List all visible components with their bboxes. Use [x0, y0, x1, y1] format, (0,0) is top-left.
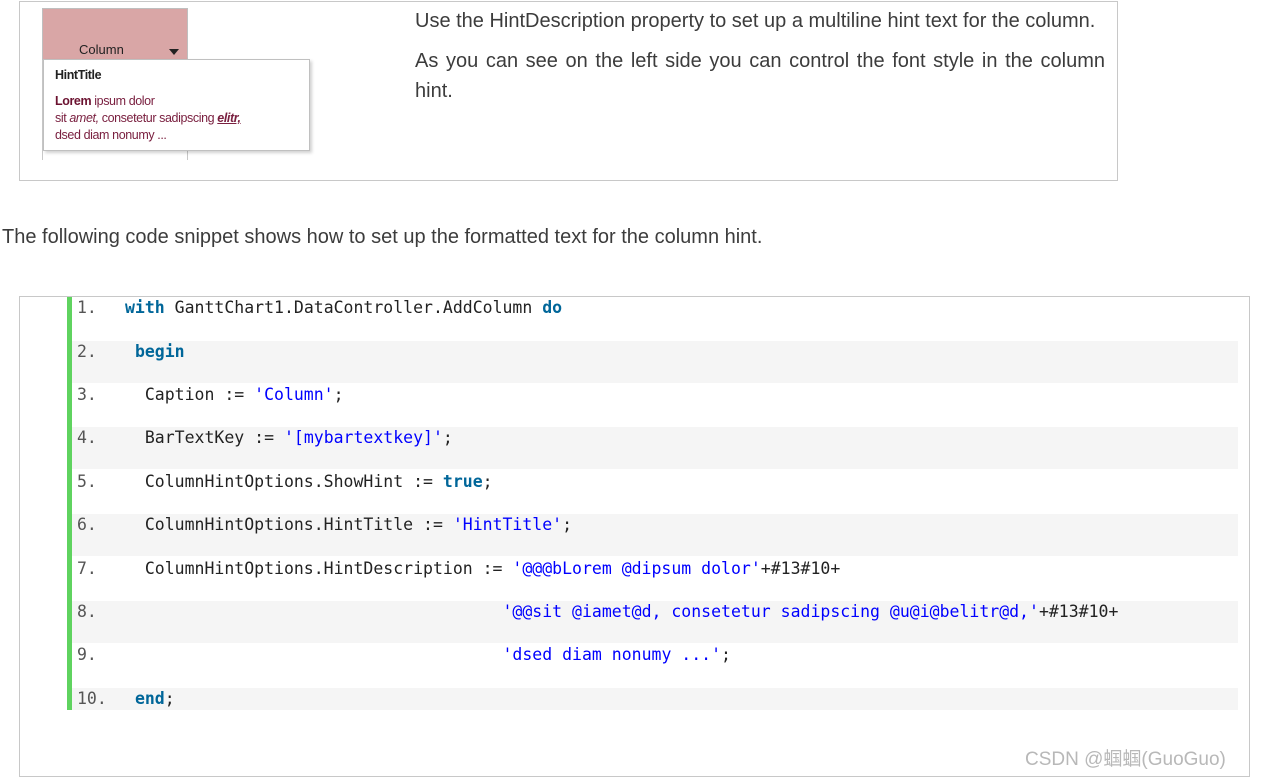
- line-number: 5.: [77, 472, 97, 491]
- column-hint-screenshot: Column HintTitle Lorem ipsum dolor sit a…: [40, 8, 310, 160]
- hint-italic-text: amet,: [69, 111, 99, 125]
- hint-example-box: Column HintTitle Lorem ipsum dolor sit a…: [19, 1, 1118, 181]
- hint-normal-text: sit: [55, 111, 70, 125]
- description-paragraph-2: As you can see on the left side you can …: [415, 50, 1105, 102]
- hint-line-2: sit amet, consetetur sadipscing elitr,: [55, 110, 241, 127]
- line-number: 1.: [77, 298, 97, 317]
- column-caption: Column: [79, 42, 124, 57]
- line-number: 9.: [77, 645, 97, 664]
- code-line: 1. with GanttChart1.DataController.AddCo…: [72, 297, 1238, 339]
- line-number: 10.: [77, 689, 107, 708]
- code-text: end;: [134, 689, 175, 708]
- code-line: 9. 'dsed diam nonumy ...';: [72, 644, 1238, 686]
- dropdown-arrow-icon[interactable]: [169, 49, 179, 55]
- code-text: 'dsed diam nonumy ...';: [502, 645, 731, 664]
- code-text: ColumnHintOptions.HintDescription := '@@…: [125, 559, 841, 578]
- watermark: CSDN @蝈蝈(GuoGuo): [1025, 749, 1226, 770]
- code-line: 2. begin: [72, 341, 1238, 383]
- hint-underline-bold-italic-text: elitr,: [217, 111, 241, 125]
- hint-description-text: Use the HintDescription property to set …: [415, 6, 1105, 116]
- code-text: ColumnHintOptions.HintTitle := 'HintTitl…: [125, 515, 573, 534]
- code-line: 3. Caption := 'Column';: [72, 384, 1238, 426]
- line-number: 2.: [77, 342, 97, 361]
- hint-title: HintTitle: [55, 68, 102, 82]
- code-line: 10. end;: [72, 688, 1238, 710]
- code-line: 8. '@@sit @iamet@d, consetetur sadipscin…: [72, 601, 1238, 643]
- description-paragraph-1: Use the HintDescription property to set …: [415, 10, 1096, 32]
- hint-normal-text: consetetur sadipscing: [98, 111, 218, 125]
- code-snippet: 1. with GanttChart1.DataController.AddCo…: [19, 296, 1250, 777]
- code-text: BarTextKey := '[mybartextkey]';: [125, 428, 453, 447]
- code-text: '@@sit @iamet@d, consetetur sadipscing @…: [502, 602, 1119, 621]
- line-number: 7.: [77, 559, 97, 578]
- hint-bold-text: Lorem: [55, 94, 92, 108]
- column-header[interactable]: Column: [42, 8, 188, 60]
- code-line: 7. ColumnHintOptions.HintDescription := …: [72, 558, 1238, 600]
- hint-line-1: Lorem ipsum dolor: [55, 93, 241, 110]
- line-number: 4.: [77, 428, 97, 447]
- intro-text: The following code snippet shows how to …: [2, 226, 763, 248]
- code-text: Caption := 'Column';: [125, 385, 344, 404]
- line-number: 8.: [77, 602, 97, 621]
- code-line: 5. ColumnHintOptions.ShowHint := true;: [72, 471, 1238, 513]
- line-number: 6.: [77, 515, 97, 534]
- column-hint-popup: HintTitle Lorem ipsum dolor sit amet, co…: [43, 59, 310, 151]
- code-text: begin: [134, 342, 185, 361]
- code-text: ColumnHintOptions.ShowHint := true;: [125, 472, 493, 491]
- code-line: 6. ColumnHintOptions.HintTitle := 'HintT…: [72, 514, 1238, 556]
- hint-normal-text: ipsum dolor: [91, 94, 155, 108]
- code-text: with GanttChart1.DataController.AddColum…: [125, 298, 563, 317]
- code-line: 4. BarTextKey := '[mybartextkey]';: [72, 427, 1238, 469]
- line-number: 3.: [77, 385, 97, 404]
- hint-line-3: dsed diam nonumy ...: [55, 128, 167, 142]
- hint-description: Lorem ipsum dolor sit amet, consetetur s…: [55, 93, 241, 144]
